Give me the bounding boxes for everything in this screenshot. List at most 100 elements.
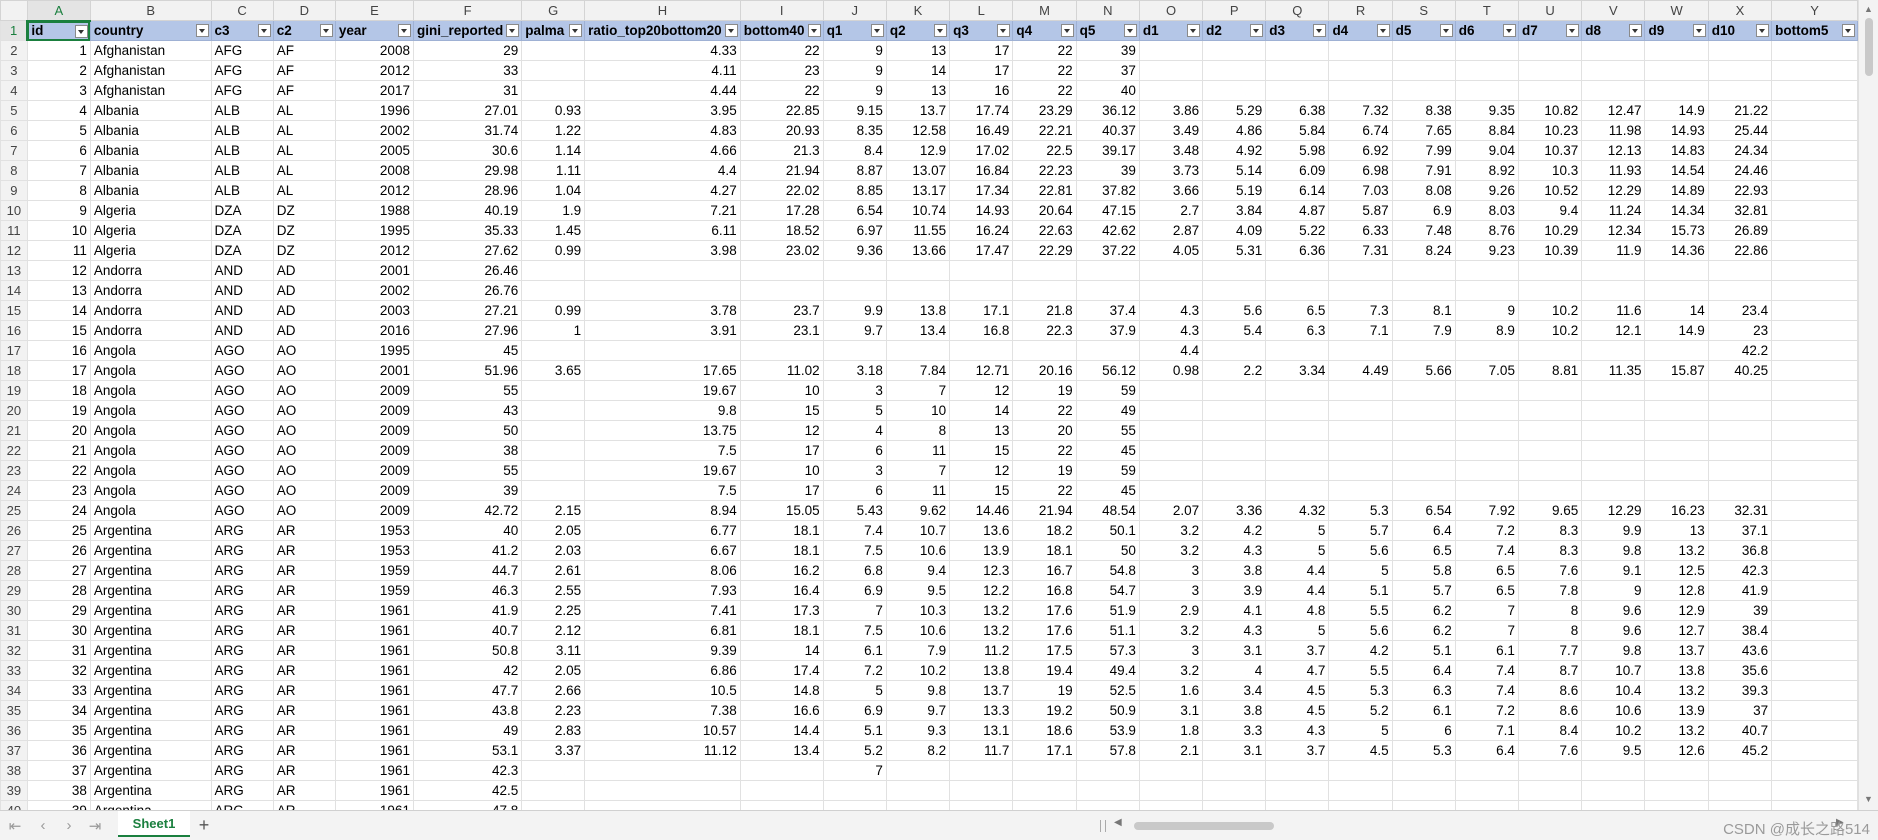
cell-id[interactable]: 38	[26, 780, 91, 801]
cell-c3[interactable]: ARG	[210, 600, 274, 621]
cell-d2[interactable]: 4.1	[1202, 600, 1267, 621]
cell-ratio_top20bottom20[interactable]	[584, 260, 741, 281]
cell-q1[interactable]: 6.1	[822, 640, 887, 661]
cell-id[interactable]: 26	[26, 540, 91, 561]
cell-ratio_top20bottom20[interactable]: 6.67	[584, 540, 741, 561]
cell-q2[interactable]: 12.58	[885, 120, 951, 141]
filter-dropdown-icon[interactable]	[569, 24, 583, 37]
cell-q2[interactable]: 9.8	[885, 680, 951, 701]
cell-d8[interactable]	[1581, 40, 1646, 61]
cell-d2[interactable]	[1202, 760, 1267, 781]
cell-id[interactable]: 13	[26, 280, 91, 301]
cell-q4[interactable]: 21.94	[1012, 500, 1077, 521]
header-cell-q4[interactable]: q4	[1012, 20, 1077, 41]
scroll-left-arrow-icon[interactable]: ◀	[1114, 817, 1122, 828]
cell-d2[interactable]	[1202, 800, 1267, 810]
cell-bottom40[interactable]: 17.28	[739, 200, 824, 221]
cell-c2[interactable]: AL	[272, 120, 336, 141]
cell-ratio_top20bottom20[interactable]: 7.5	[584, 440, 741, 461]
cell-q5[interactable]: 37	[1075, 60, 1140, 81]
cell-id[interactable]: 9	[26, 200, 91, 221]
cell-c2[interactable]: AO	[272, 400, 336, 421]
cell-gini_reported[interactable]: 42.72	[412, 500, 523, 521]
cell-d5[interactable]	[1391, 60, 1456, 81]
cell-d9[interactable]	[1644, 260, 1709, 281]
cell-d10[interactable]: 24.34	[1707, 140, 1773, 161]
cell-year[interactable]: 2005	[334, 140, 414, 161]
cell-q4[interactable]: 22.21	[1012, 120, 1077, 141]
cell-q1[interactable]: 6.8	[822, 560, 887, 581]
cell-d1[interactable]: 3	[1138, 580, 1204, 601]
cell-d7[interactable]: 8.3	[1517, 540, 1583, 561]
cell-q2[interactable]: 9.62	[885, 500, 951, 521]
cell-d4[interactable]: 5.7	[1328, 520, 1393, 541]
cell-d4[interactable]: 7.1	[1328, 320, 1393, 341]
cell-bottom40[interactable]: 14.4	[739, 720, 824, 741]
cell-ratio_top20bottom20[interactable]: 7.5	[584, 480, 741, 501]
cell-d3[interactable]: 5.84	[1265, 120, 1330, 141]
header-cell-d6[interactable]: d6	[1454, 20, 1519, 41]
cell-ratio_top20bottom20[interactable]: 7.41	[584, 600, 741, 621]
cell-bottom40[interactable]: 10	[739, 380, 824, 401]
cell-d10[interactable]: 37	[1707, 700, 1773, 721]
cell-id[interactable]: 33	[26, 680, 91, 701]
cell-c2[interactable]: AR	[272, 580, 336, 601]
cell-bottom5[interactable]	[1771, 360, 1858, 381]
cell-q4[interactable]: 16.8	[1012, 580, 1077, 601]
cell-c2[interactable]: AL	[272, 140, 336, 161]
cell-country[interactable]: Argentina	[89, 780, 212, 801]
cell-q4[interactable]	[1012, 760, 1077, 781]
cell-country[interactable]: Algeria	[89, 200, 212, 221]
cell-q5[interactable]: 53.9	[1075, 720, 1140, 741]
cell-d8[interactable]: 11.24	[1581, 200, 1646, 221]
cell-d9[interactable]: 15.73	[1644, 220, 1709, 241]
cell-q1[interactable]: 7	[822, 760, 887, 781]
cell-q5[interactable]: 50.9	[1075, 700, 1140, 721]
cell-q4[interactable]: 19.2	[1012, 700, 1077, 721]
cell-id[interactable]: 31	[26, 640, 91, 661]
cell-c2[interactable]: AR	[272, 640, 336, 661]
cell-bottom5[interactable]	[1771, 280, 1858, 301]
cell-gini_reported[interactable]: 43.8	[412, 700, 523, 721]
header-cell-q5[interactable]: q5	[1075, 20, 1140, 41]
cell-id[interactable]: 21	[26, 440, 91, 461]
cell-d3[interactable]: 4.32	[1265, 500, 1330, 521]
cell-q2[interactable]: 7.9	[885, 640, 951, 661]
cell-d5[interactable]: 7.48	[1391, 220, 1456, 241]
cell-ratio_top20bottom20[interactable]: 4.66	[584, 140, 741, 161]
cell-gini_reported[interactable]: 33	[412, 60, 523, 81]
cell-q5[interactable]: 59	[1075, 460, 1140, 481]
row-number[interactable]: 40	[0, 800, 28, 810]
cell-d4[interactable]: 5.5	[1328, 600, 1393, 621]
cell-q5[interactable]: 42.62	[1075, 220, 1140, 241]
cell-d3[interactable]	[1265, 760, 1330, 781]
cell-q1[interactable]: 7.4	[822, 520, 887, 541]
row-number[interactable]: 15	[0, 300, 28, 321]
vertical-scrollbar[interactable]: ▲ ▼	[1858, 0, 1878, 810]
cell-ratio_top20bottom20[interactable]: 19.67	[584, 380, 741, 401]
cell-d5[interactable]: 6.5	[1391, 540, 1456, 561]
cell-d9[interactable]: 14	[1644, 300, 1709, 321]
cell-d6[interactable]	[1454, 760, 1519, 781]
cell-bottom5[interactable]	[1771, 560, 1858, 581]
cell-country[interactable]: Argentina	[89, 740, 212, 761]
sheet-tab-sheet1[interactable]: Sheet1	[118, 811, 190, 837]
cell-q3[interactable]: 12.71	[949, 360, 1014, 381]
cell-year[interactable]: 1961	[334, 640, 414, 661]
cell-d9[interactable]: 15.87	[1644, 360, 1709, 381]
header-cell-d7[interactable]: d7	[1517, 20, 1583, 41]
cell-d4[interactable]: 5.87	[1328, 200, 1393, 221]
cell-id[interactable]: 15	[26, 320, 91, 341]
cell-palma[interactable]: 2.61	[521, 560, 586, 581]
cell-q3[interactable]: 17	[949, 40, 1014, 61]
cell-gini_reported[interactable]: 27.01	[412, 100, 523, 121]
row-number[interactable]: 26	[0, 520, 28, 541]
cell-c2[interactable]: AR	[272, 560, 336, 581]
cell-d1[interactable]: 1.8	[1138, 720, 1204, 741]
cell-c3[interactable]: DZA	[210, 240, 274, 261]
cell-d6[interactable]	[1454, 340, 1519, 361]
cell-d5[interactable]	[1391, 480, 1456, 501]
cell-q1[interactable]	[822, 280, 887, 301]
cell-country[interactable]: Algeria	[89, 220, 212, 241]
cell-q2[interactable]: 13.07	[885, 160, 951, 181]
